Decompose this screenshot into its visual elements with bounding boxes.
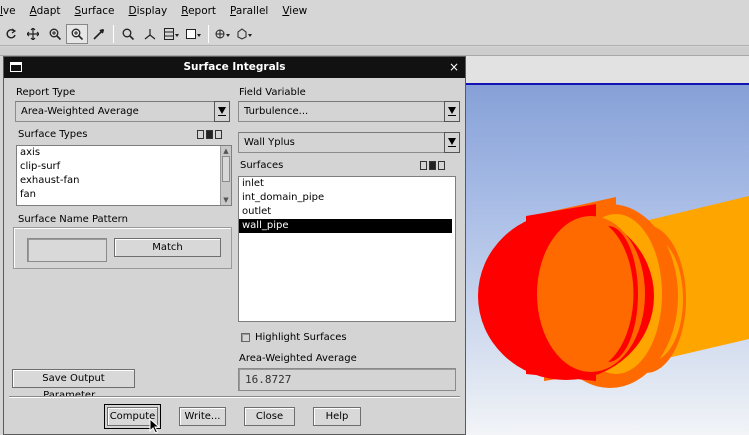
scroll-up-icon[interactable]: ▲: [221, 146, 231, 156]
field-variable-label: Field Variable: [239, 87, 306, 98]
select-invert-icon[interactable]: [215, 130, 222, 139]
rotate-icon[interactable]: [0, 24, 22, 44]
menu-solve[interactable]: lve: [0, 0, 23, 22]
list-item[interactable]: outlet: [239, 205, 455, 219]
close-icon[interactable]: ×: [449, 57, 459, 78]
select-all-icon[interactable]: [197, 130, 204, 139]
surfaces-list[interactable]: inlet int_domain_pipe outlet wall_pipe: [238, 176, 456, 322]
surface-types-label: Surface Types: [18, 129, 88, 140]
save-output-parameter-button[interactable]: Save Output Parameter...: [12, 369, 135, 401]
toolbar: [0, 22, 749, 46]
menu-adapt[interactable]: Adapt: [23, 0, 68, 22]
menu-report[interactable]: Report: [174, 0, 223, 22]
list-item[interactable]: exhaust-fan: [17, 174, 231, 188]
list-item[interactable]: axis: [17, 146, 231, 160]
menu-display[interactable]: Display: [122, 0, 175, 22]
view-icon[interactable]: [212, 24, 234, 44]
menu-bar: lve Adapt Surface Display Report Paralle…: [0, 0, 749, 22]
tab-strip: [0, 47, 749, 56]
help-button[interactable]: Help: [313, 407, 361, 426]
pan-icon[interactable]: [22, 24, 44, 44]
dialog-title-bar[interactable]: Surface Integrals ×: [4, 57, 465, 78]
surface-types-select-icons: [197, 130, 222, 139]
select-invert-icon[interactable]: [438, 161, 445, 170]
surface-name-pattern-label: Surface Name Pattern: [18, 214, 128, 225]
surface-types-list[interactable]: axis clip-surf exhaust-fan fan ▲ ▼: [16, 145, 232, 206]
result-label: Area-Weighted Average: [239, 353, 357, 364]
surface-types-scrollbar[interactable]: ▲ ▼: [220, 146, 231, 205]
menu-surface[interactable]: Surface: [68, 0, 122, 22]
toolbar-separator: [113, 24, 114, 43]
select-all-icon[interactable]: [420, 161, 427, 170]
report-type-value: Area-Weighted Average: [21, 106, 139, 117]
result-field[interactable]: 16.8727: [238, 368, 456, 391]
zoom-in-icon[interactable]: [44, 24, 66, 44]
scroll-thumb[interactable]: [222, 156, 230, 182]
match-button[interactable]: Match: [114, 238, 221, 257]
menu-parallel[interactable]: Parallel: [223, 0, 275, 22]
window-icon[interactable]: [183, 24, 205, 44]
list-item[interactable]: int_domain_pipe: [239, 191, 455, 205]
field-variable-value: Wall Yplus: [244, 137, 295, 148]
surface-name-pattern-group: Match: [13, 227, 232, 269]
dialog-title: Surface Integrals: [183, 61, 286, 73]
highlight-surfaces-checkbox[interactable]: [241, 333, 250, 342]
write-button[interactable]: Write...: [179, 407, 226, 426]
field-variable-category-value: Turbulence...: [244, 106, 309, 117]
result-value: 16.8727: [245, 373, 292, 386]
footer-separator: [9, 396, 460, 398]
select-none-icon[interactable]: [429, 161, 436, 170]
mouse-pointer-icon: [149, 418, 161, 434]
field-variable-dropdown[interactable]: Wall Yplus: [238, 132, 460, 153]
list-item[interactable]: inlet: [239, 177, 455, 191]
close-button[interactable]: Close: [244, 407, 295, 426]
toolbar-separator: [208, 24, 209, 43]
pipe-inner-ring: [537, 216, 645, 372]
highlight-surfaces-label[interactable]: Highlight Surfaces: [255, 332, 347, 344]
report-type-label: Report Type: [16, 87, 76, 98]
field-variable-category-dropdown[interactable]: Turbulence...: [238, 101, 460, 122]
display-icon[interactable]: [234, 24, 256, 44]
pipe-render: [478, 196, 749, 388]
chevron-down-icon[interactable]: [214, 101, 230, 122]
probe-icon[interactable]: [88, 24, 110, 44]
layout-icon[interactable]: [161, 24, 183, 44]
surfaces-select-icons: [420, 161, 445, 170]
chevron-down-icon[interactable]: [444, 101, 460, 122]
zoom-box-icon[interactable]: [66, 23, 88, 44]
chevron-down-icon[interactable]: [444, 132, 460, 153]
select-none-icon[interactable]: [206, 130, 213, 139]
menu-view[interactable]: View: [275, 0, 314, 22]
list-item[interactable]: clip-surf: [17, 160, 231, 174]
graphics-viewport[interactable]: [466, 56, 749, 435]
surfaces-label: Surfaces: [240, 160, 284, 171]
scroll-down-icon[interactable]: ▼: [221, 195, 231, 205]
axes-icon[interactable]: [139, 24, 161, 44]
zoom-fit-icon[interactable]: [117, 24, 139, 44]
report-type-dropdown[interactable]: Area-Weighted Average: [15, 101, 230, 122]
surface-name-pattern-input[interactable]: [27, 238, 107, 262]
list-item-selected[interactable]: wall_pipe: [239, 219, 452, 233]
list-item[interactable]: fan: [17, 188, 231, 202]
surface-integrals-dialog: Surface Integrals × Report Type Area-Wei…: [3, 56, 466, 435]
